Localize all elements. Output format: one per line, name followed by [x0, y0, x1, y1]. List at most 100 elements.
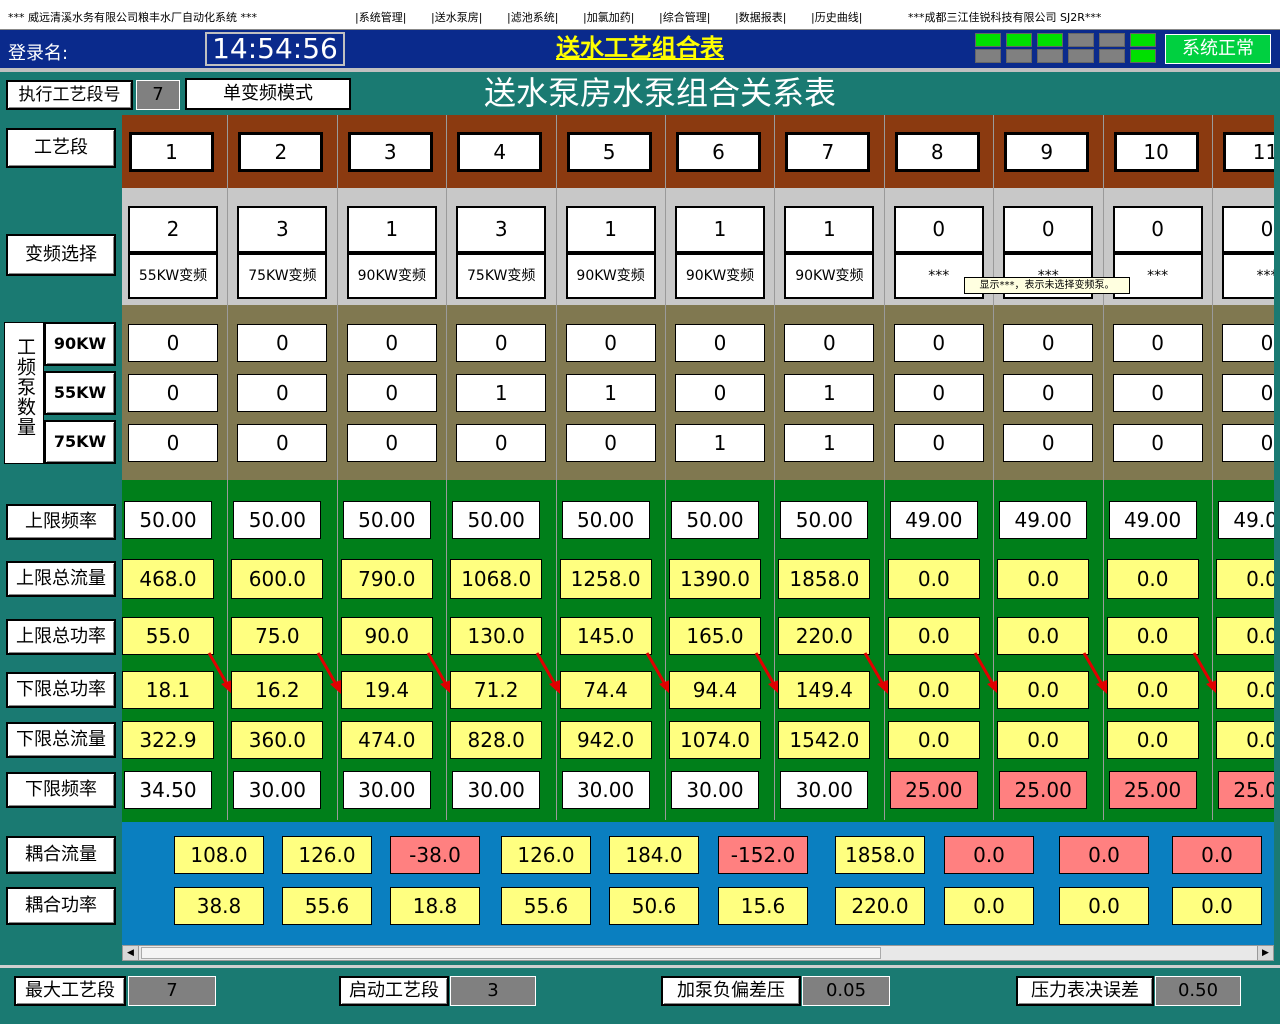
kw75-count-cell: 0 — [1222, 424, 1274, 462]
status-led — [1037, 49, 1063, 63]
vfd-name-cell: 90KW变频 — [784, 253, 875, 299]
lower-freq-cell: 30.00 — [671, 771, 759, 809]
combination-table: 1 2 55KW变频 0 0 0 50.00 468.0 55.0 18.1 322.9 34.50 2… — [122, 115, 1274, 945]
row-label-upper-power: 上限总功率 — [6, 619, 116, 655]
vfd-number-cell: 1 — [784, 206, 875, 253]
kw75-count-cell: 0 — [1112, 424, 1203, 462]
stage-cell: 10 — [1113, 132, 1199, 172]
lower-power-cell: 18.1 — [122, 671, 214, 709]
horizontal-scrollbar[interactable]: ◀ ▶ — [122, 945, 1274, 961]
coupling-flow-cell: 184.0 — [609, 836, 699, 874]
menu-item-history[interactable]: |历史曲线| — [811, 9, 862, 25]
vendor-label: ***成都三江佳锐科技有限公司 SJ2R*** — [908, 11, 1102, 24]
upper-flow-cell: 468.0 — [122, 559, 214, 599]
row-label-coupling-power: 耦合功率 — [6, 887, 116, 925]
row-label-75kw: 75KW — [44, 420, 116, 464]
status-led — [1068, 33, 1094, 47]
lower-power-cell: 94.4 — [669, 671, 761, 709]
coupling-flow-cell: 0.0 — [1172, 836, 1262, 874]
kw90-count-cell: 0 — [346, 324, 437, 362]
lower-flow-cell: 942.0 — [559, 721, 652, 759]
upper-power-cell: 145.0 — [559, 617, 652, 655]
row-label-coupling-flow: 耦合流量 — [6, 836, 116, 874]
lower-power-cell: 0.0 — [1106, 671, 1199, 709]
kw55-count-cell: 0 — [893, 374, 984, 412]
upper-flow-cell: 0.0 — [887, 559, 980, 599]
lower-freq-cell: 25.00 — [1108, 771, 1197, 809]
row-label-lower-power: 下限总功率 — [6, 672, 116, 708]
upper-freq-cell: 50.00 — [671, 501, 759, 539]
menu-item-general[interactable]: |综合管理| — [659, 9, 710, 25]
kw55-count-cell: 0 — [346, 374, 437, 412]
vfd-name-cell: 90KW变频 — [565, 253, 656, 299]
clock: 14:54:56 — [205, 32, 345, 66]
kw55-count-cell: 0 — [237, 374, 328, 412]
coupling-flow-cell: 126.0 — [282, 836, 372, 874]
max-stage-value: 7 — [128, 976, 216, 1006]
upper-power-cell: 0.0 — [997, 617, 1090, 655]
vfd-name-cell: 55KW变频 — [128, 253, 218, 299]
vfd-number-cell: 0 — [893, 206, 984, 253]
kw90-count-cell: 0 — [1112, 324, 1203, 362]
scroll-right-icon[interactable]: ▶ — [1257, 946, 1273, 960]
status-led — [1037, 33, 1063, 47]
vfd-number-cell: 1 — [675, 206, 765, 253]
lower-flow-cell: 1074.0 — [669, 721, 761, 759]
kw75-count-cell: 0 — [456, 424, 547, 462]
kw75-count-cell: 0 — [128, 424, 218, 462]
status-led — [1006, 49, 1032, 63]
lower-flow-cell: 0.0 — [1216, 721, 1274, 759]
column-separator — [1212, 115, 1213, 820]
coupling-power-cell: 55.6 — [282, 887, 372, 925]
scroll-left-icon[interactable]: ◀ — [123, 946, 139, 960]
upper-power-cell: 0.0 — [887, 617, 980, 655]
scroll-thumb[interactable] — [141, 947, 881, 959]
upper-power-cell: 75.0 — [231, 617, 324, 655]
lower-freq-cell: 30.00 — [233, 771, 322, 809]
menu-item-chlorine[interactable]: |加氯加药| — [583, 9, 634, 25]
coupling-power-cell: 18.8 — [390, 887, 480, 925]
kw55-count-cell: 0 — [1222, 374, 1274, 412]
vfd-name-cell: *** — [1222, 253, 1274, 299]
upper-freq-cell: 50.00 — [561, 501, 650, 539]
menu-item-filter[interactable]: |滤池系统| — [507, 9, 558, 25]
kw55-count-cell: 1 — [565, 374, 656, 412]
kw55-count-cell: 0 — [1112, 374, 1203, 412]
status-led — [975, 33, 1001, 47]
vfd-number-cell: 0 — [1112, 206, 1203, 253]
lower-freq-cell: 30.00 — [561, 771, 650, 809]
menu-item-reports[interactable]: |数据报表| — [735, 9, 786, 25]
lower-power-cell: 71.2 — [450, 671, 543, 709]
page-title: 送水工艺组合表 — [556, 33, 724, 62]
kw90-count-cell: 0 — [893, 324, 984, 362]
upper-flow-cell: 0.0 — [1216, 559, 1274, 599]
system-title: *** 威远清溪水务有限公司粮丰水厂自动化系统 *** — [8, 11, 257, 24]
menu-item-pump-house[interactable]: |送水泵房| — [431, 9, 482, 25]
mode-button[interactable]: 单变频模式 — [185, 78, 351, 110]
upper-flow-cell: 1068.0 — [450, 559, 543, 599]
login-label: 登录名: — [8, 43, 69, 64]
vfd-number-cell: 1 — [346, 206, 437, 253]
vfd-number-cell: 0 — [1003, 206, 1094, 253]
menu-item-system[interactable]: |系统管理| — [355, 9, 406, 25]
column-separator — [1102, 115, 1104, 820]
upper-flow-cell: 1258.0 — [559, 559, 652, 599]
kw90-count-cell: 0 — [784, 324, 875, 362]
kw55-count-cell: 0 — [675, 374, 765, 412]
column-separator — [665, 115, 666, 820]
vfd-name-cell: 75KW变频 — [456, 253, 547, 299]
stage-cell: 3 — [347, 132, 433, 172]
status-led — [1099, 49, 1125, 63]
coupling-flow-cell: 126.0 — [501, 836, 591, 874]
lower-flow-cell: 0.0 — [997, 721, 1090, 759]
lower-flow-cell: 1542.0 — [778, 721, 871, 759]
lower-freq-cell: 25.00 — [1218, 771, 1274, 809]
coupling-power-cell: 220.0 — [835, 887, 925, 925]
lower-power-cell: 0.0 — [997, 671, 1090, 709]
upper-flow-cell: 1858.0 — [778, 559, 871, 599]
status-led — [1099, 33, 1125, 47]
lower-power-cell: 16.2 — [231, 671, 324, 709]
column-separator — [993, 115, 995, 820]
start-stage-label: 启动工艺段 — [339, 976, 449, 1006]
row-label-lower-freq: 下限频率 — [6, 772, 116, 808]
